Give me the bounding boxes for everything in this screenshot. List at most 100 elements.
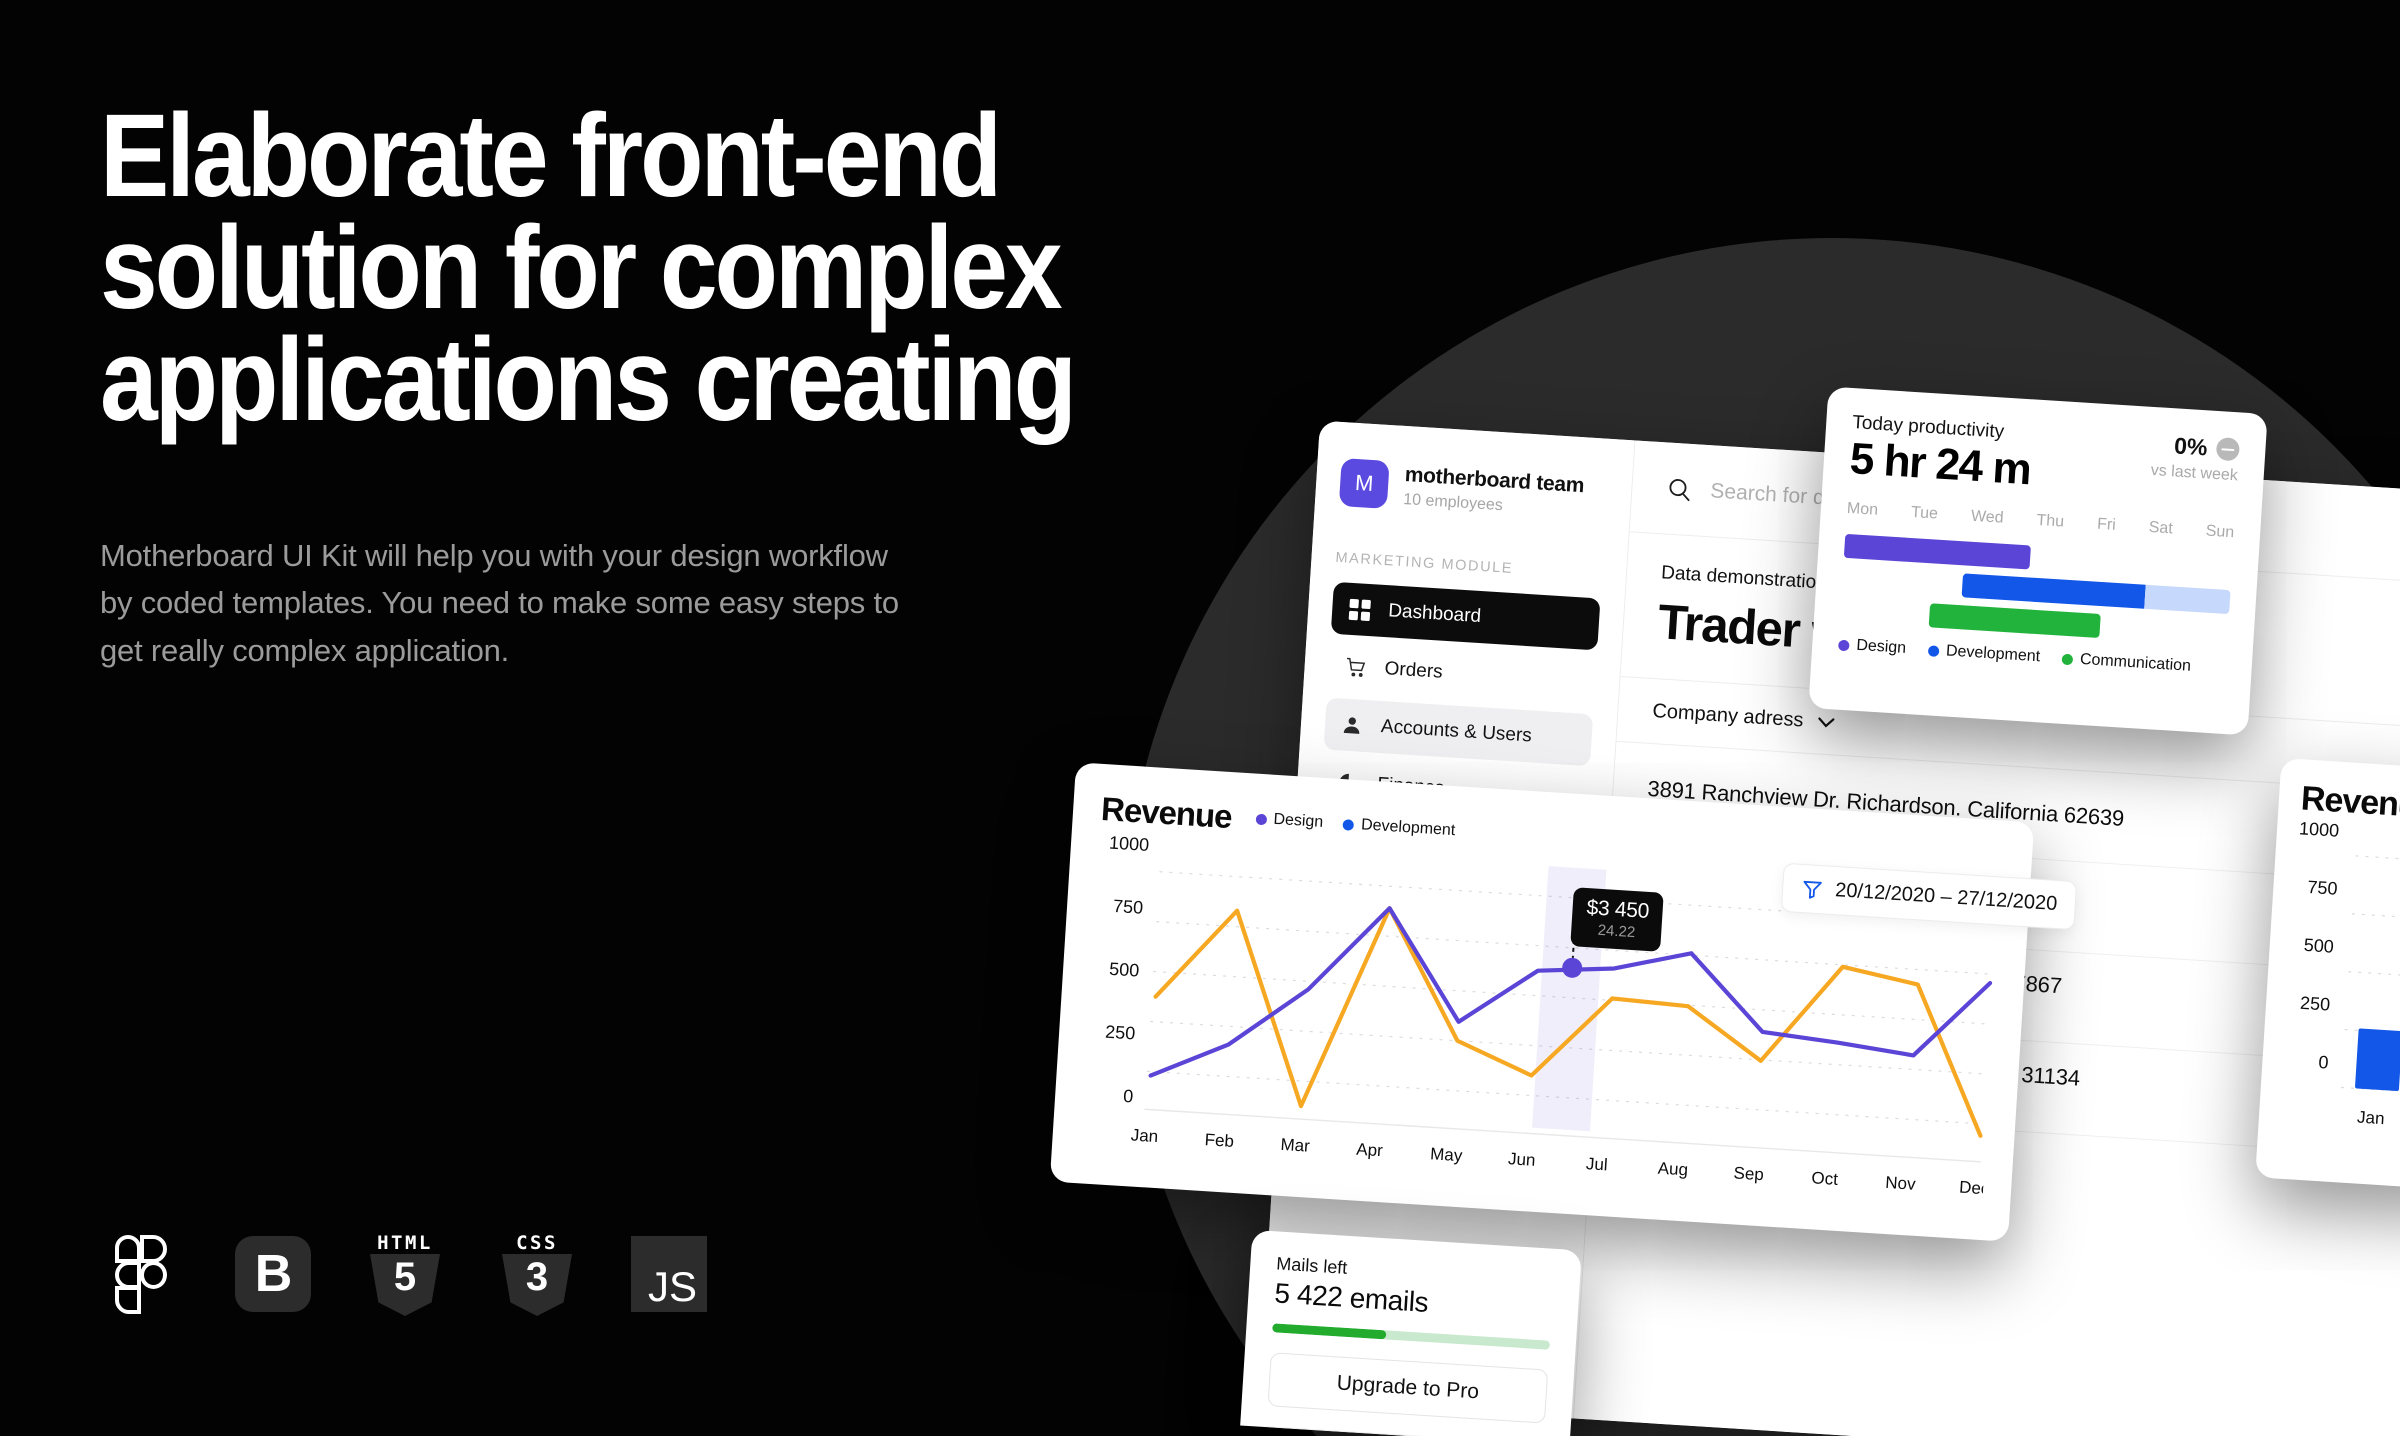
cart-icon (1344, 656, 1367, 679)
hero-subcopy: Motherboard UI Kit will help you with yo… (100, 538, 899, 668)
x-tick-label: Mar (1280, 1135, 1311, 1156)
sidebar-item-orders[interactable]: Orders (1327, 640, 1597, 709)
javascript-logo-letters: JS (647, 1263, 697, 1310)
y-tick-label: 750 (1113, 896, 1144, 918)
css3-logo: CSS 3 (496, 1232, 578, 1316)
gantt-chart (1840, 530, 2233, 650)
productivity-percent: 0% (2173, 432, 2209, 461)
revenue-bar-chart: 1000 750 500 250 0 Jan (2299, 818, 2400, 1129)
headline-line-1: Elaborate front-end (100, 90, 1002, 222)
hero-section: Elaborate front-end solution for complex… (100, 90, 1280, 674)
filter-icon (1801, 877, 1824, 900)
gantt-bar-development-light (2143, 584, 2231, 615)
x-tick-label: Jun (1507, 1149, 1536, 1170)
html5-logo-number: 5 (393, 1255, 417, 1299)
html5-logo-caption: HTML (377, 1232, 433, 1254)
legend-item-development: Development (1927, 641, 2041, 666)
sidebar-item-label: Orders (1383, 658, 1444, 683)
y-tick-label: 1000 (2299, 818, 2340, 840)
company-address-column[interactable]: Company adress (1652, 700, 1836, 734)
javascript-logo: JS (628, 1233, 710, 1315)
company-address-label: Company adress (1651, 699, 1805, 732)
date-range-label: 20/12/2020 – 27/12/2020 (1834, 879, 2058, 916)
revenue-chart-title: Revenue (1100, 789, 1233, 836)
weekday-label: Fri (2096, 515, 2117, 534)
y-tick-label: 250 (2300, 993, 2331, 1015)
css3-logo-number: 3 (525, 1255, 549, 1299)
bar-blue (2355, 1028, 2400, 1091)
x-tick-label: Aug (1657, 1159, 1688, 1180)
x-tick-label: Jul (1585, 1154, 1608, 1174)
legend-label: Communication (2079, 651, 2192, 675)
headline-line-3: applications creating (100, 314, 1077, 447)
landing-page: Elaborate front-end solution for complex… (0, 0, 2400, 1436)
legend-label: Design (1272, 810, 1324, 831)
legend-item-communication: Communication (2061, 650, 2191, 676)
y-tick-label: 1000 (1109, 833, 1150, 855)
productivity-value: 5 hr 24 m (1848, 434, 2032, 495)
team-switcher[interactable]: M motherboard team 10 employees (1338, 458, 1608, 523)
upgrade-to-pro-button[interactable]: Upgrade to Pro (1267, 1352, 1549, 1424)
grid-icon (1348, 598, 1371, 621)
y-tick-label: 250 (1105, 1022, 1136, 1044)
y-tick-label: 750 (2307, 877, 2338, 899)
sidebar-item-label: Dashboard (1387, 600, 1482, 628)
chart-tooltip: $3 450 24.22 (1570, 887, 1665, 952)
x-tick-label: Jan (2357, 1108, 2386, 1129)
sidebar-item-accounts-users[interactable]: Accounts & Users (1323, 697, 1594, 767)
avatar: M (1338, 458, 1390, 509)
revenue-chart-card: Revenue Design Development 1000 750 500 … (1049, 762, 2035, 1242)
x-tick-label: Dec (1959, 1178, 1991, 1199)
weekday-label: Wed (1970, 507, 2005, 527)
headline-line-2: solution for complex (100, 202, 1063, 335)
chevron-down-icon (1817, 716, 1836, 728)
x-tick-label: Sep (1733, 1163, 1764, 1184)
gantt-bar-development (1961, 573, 2146, 609)
x-tick-label: Feb (1204, 1130, 1234, 1151)
mails-progress-fill (1272, 1323, 1387, 1340)
mails-progress-track (1272, 1323, 1551, 1350)
bootstrap-logo-letter: B (235, 1236, 311, 1312)
y-tick-label: 500 (1109, 959, 1140, 981)
user-row[interactable]: Boris Johnson (1261, 1426, 1544, 1436)
tooltip-value: $3 450 (1585, 896, 1650, 923)
revenue-bar-card: Revenue 1000 750 500 250 0 Jan (2255, 758, 2400, 1198)
bootstrap-logo: B (232, 1233, 314, 1315)
sidebar-item-dashboard[interactable]: Dashboard (1330, 581, 1601, 651)
tooltip-subvalue: 24.22 (1597, 921, 1636, 942)
user-icon (1340, 714, 1363, 737)
legend-item-development: Development (1342, 815, 1456, 840)
legend-item-design: Design (1837, 636, 1907, 658)
sidebar-section-label: MARKETING MODULE (1335, 549, 1514, 577)
y-tick-label: 0 (2318, 1052, 2329, 1073)
sidebar-item-label: Accounts & Users (1380, 716, 1533, 747)
y-tick-label: 500 (2303, 935, 2334, 957)
x-tick-label: May (1430, 1144, 1464, 1165)
x-tick-label: Nov (1885, 1173, 1917, 1194)
search-icon (1666, 475, 1694, 503)
legend-item-design: Design (1255, 810, 1324, 832)
y-tick-label: 0 (1123, 1086, 1134, 1107)
weekday-label: Thu (2036, 512, 2065, 531)
minus-badge-icon (2215, 437, 2241, 462)
legend-label: Development (1945, 642, 2041, 666)
x-tick-label: Jan (1130, 1125, 1159, 1146)
productivity-comparison: vs last week (2150, 461, 2239, 485)
weekday-label: Sun (2205, 522, 2235, 542)
x-tick-label: Apr (1356, 1140, 1384, 1161)
mails-card: Mails left 5 422 emails Upgrade to Pro B… (1240, 1229, 1582, 1436)
productivity-card: Today productivity 5 hr 24 m 0% vs last … (1808, 386, 2268, 736)
weekday-label: Tue (1910, 504, 1939, 523)
css3-logo-caption: CSS (516, 1232, 558, 1254)
weekday-label: Mon (1846, 500, 1879, 520)
legend-label: Development (1360, 816, 1456, 840)
gantt-bar-communication (1928, 603, 2101, 639)
html5-logo: HTML 5 (364, 1232, 446, 1316)
tech-logo-row: B HTML 5 CSS 3 JS (100, 1232, 710, 1316)
page-title: Elaborate front-end solution for complex… (100, 90, 1138, 447)
x-tick-label: Oct (1811, 1168, 1839, 1189)
legend-label: Design (1855, 636, 1907, 658)
figma-logo (100, 1233, 182, 1315)
gantt-bar-design (1843, 534, 2032, 570)
revenue-legend: Design Development (1255, 810, 1456, 841)
